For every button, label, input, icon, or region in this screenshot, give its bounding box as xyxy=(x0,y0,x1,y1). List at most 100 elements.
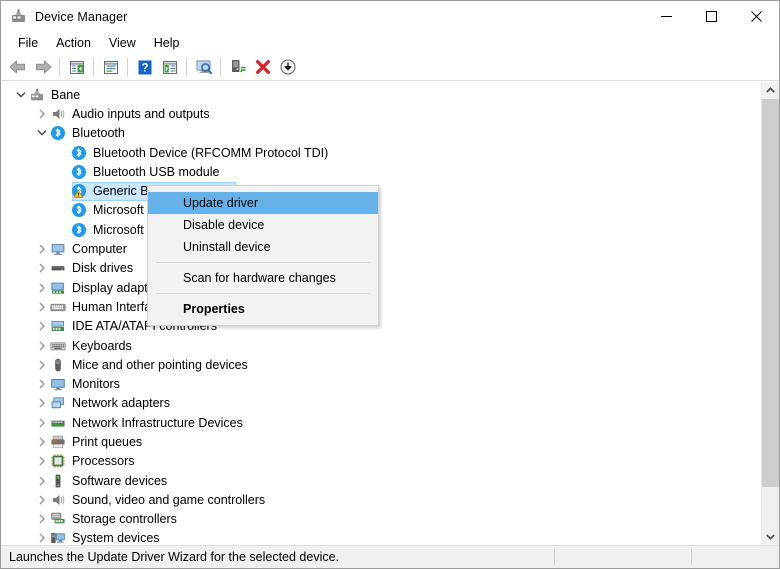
tree-item-label: Storage controllers xyxy=(72,512,177,527)
tree-item[interactable]: Microsoft Bluetooth Enumerator xyxy=(1,201,761,220)
scroll-up-button[interactable] xyxy=(762,82,779,99)
tree-item[interactable]: Keyboards xyxy=(1,336,761,355)
tree-expander-collapsed-icon[interactable] xyxy=(34,357,50,373)
maximize-button[interactable] xyxy=(689,1,734,32)
tree-item[interactable]: Bane xyxy=(1,85,761,104)
tree-item[interactable]: Software devices xyxy=(1,471,761,490)
tree-expander-collapsed-icon[interactable] xyxy=(34,434,50,450)
tree-expander-collapsed-icon[interactable] xyxy=(34,492,50,508)
tree-expander-collapsed-icon[interactable] xyxy=(34,299,50,315)
tree-item[interactable]: Audio inputs and outputs xyxy=(1,104,761,123)
context-menu-separator-1 xyxy=(156,262,370,263)
software-device-icon xyxy=(50,473,66,489)
menu-view[interactable]: View xyxy=(100,34,145,52)
tree-expander-expanded-icon[interactable] xyxy=(13,87,29,103)
status-message: Launches the Update Driver Wizard for th… xyxy=(9,550,340,564)
context-menu[interactable]: Update driver Disable device Uninstall d… xyxy=(147,185,379,326)
tree-item[interactable]: Bluetooth xyxy=(1,124,761,143)
toolbar-separator-3 xyxy=(127,58,128,76)
menu-help[interactable]: Help xyxy=(145,34,189,52)
ide-controller-icon xyxy=(50,318,66,334)
minimize-icon xyxy=(661,16,672,17)
close-button[interactable] xyxy=(734,1,779,32)
tree-item[interactable]: Human Interface Devices xyxy=(1,297,761,316)
printer-icon xyxy=(50,434,66,450)
tree-item[interactable]: Microsoft Bluetooth LE Enumerator xyxy=(1,220,761,239)
title-bar-left: Device Manager xyxy=(1,8,127,25)
mouse-icon xyxy=(50,357,66,373)
monitor-icon xyxy=(50,376,66,392)
bluetooth-icon xyxy=(71,164,87,180)
properties-icon xyxy=(103,60,118,74)
tree-item[interactable]: Generic Bluetooth Radio xyxy=(1,181,761,201)
tree-item[interactable]: Print queues xyxy=(1,432,761,451)
menu-bar: File Action View Help xyxy=(1,32,779,54)
back-button[interactable] xyxy=(5,55,30,79)
scrollbar-track[interactable] xyxy=(762,99,779,528)
tree-item[interactable]: IDE ATA/ATAPI controllers xyxy=(1,317,761,336)
tree-expander-collapsed-icon[interactable] xyxy=(34,511,50,527)
disable-device-button[interactable] xyxy=(275,55,300,79)
tree-expander-collapsed-icon[interactable] xyxy=(34,395,50,411)
tree-item[interactable]: Sound, video and game controllers xyxy=(1,490,761,509)
tree-expander-collapsed-icon[interactable] xyxy=(34,280,50,296)
vertical-scrollbar[interactable] xyxy=(761,82,779,545)
ctx-scan-hardware-changes[interactable]: Scan for hardware changes xyxy=(148,267,378,289)
uninstall-device-button[interactable] xyxy=(250,55,275,79)
device-tree[interactable]: Bane Audio inputs and outputs Bluetooth Blu… xyxy=(1,82,761,545)
scan-hardware-changes-button[interactable] xyxy=(191,55,216,79)
tree-item[interactable]: Storage controllers xyxy=(1,510,761,529)
tree-item[interactable]: Network adapters xyxy=(1,394,761,413)
tree-item[interactable]: Bluetooth USB module xyxy=(1,162,761,181)
action-pane-button[interactable] xyxy=(157,55,182,79)
tree-expander-collapsed-icon[interactable] xyxy=(34,415,50,431)
tree-item[interactable]: Computer xyxy=(1,239,761,258)
tree-expander-expanded-icon[interactable] xyxy=(34,125,50,141)
tree-item-label: Network Infrastructure Devices xyxy=(72,415,243,430)
tree-item[interactable]: Display adapters xyxy=(1,278,761,297)
toolbar-separator-4 xyxy=(186,58,187,76)
tree-expander-collapsed-icon[interactable] xyxy=(34,376,50,392)
status-pane-2 xyxy=(555,546,691,568)
ctx-properties[interactable]: Properties xyxy=(148,298,378,320)
computer-icon xyxy=(50,241,66,257)
tree-expander-collapsed-icon[interactable] xyxy=(34,260,50,276)
minimize-button[interactable] xyxy=(644,1,689,32)
ctx-update-driver[interactable]: Update driver xyxy=(148,192,378,214)
tree-expander-collapsed-icon[interactable] xyxy=(34,338,50,354)
keyboard-icon xyxy=(50,338,66,354)
menu-file[interactable]: File xyxy=(9,34,47,52)
disk-drive-icon xyxy=(50,260,66,276)
tree-item-label: Bluetooth xyxy=(72,126,125,141)
tree-item[interactable]: System devices xyxy=(1,529,761,545)
scroll-down-button[interactable] xyxy=(762,528,779,545)
tree-item[interactable]: Monitors xyxy=(1,374,761,393)
forward-button[interactable] xyxy=(30,55,55,79)
tree-item[interactable]: Processors xyxy=(1,452,761,471)
show-hide-console-tree-button[interactable] xyxy=(64,55,89,79)
tree-item-label: Monitors xyxy=(72,377,120,392)
tree-expander-collapsed-icon[interactable] xyxy=(34,318,50,334)
tree-item[interactable]: Mice and other pointing devices xyxy=(1,355,761,374)
toolbar-separator-2 xyxy=(93,58,94,76)
update-driver-button[interactable] xyxy=(225,55,250,79)
tree-expander-none-icon xyxy=(55,222,71,238)
tree-expander-collapsed-icon[interactable] xyxy=(34,106,50,122)
device-manager-icon xyxy=(10,8,27,25)
bluetooth-icon xyxy=(71,222,87,238)
tree-item[interactable]: Network Infrastructure Devices xyxy=(1,413,761,432)
tree-item[interactable]: Disk drives xyxy=(1,259,761,278)
scrollbar-thumb[interactable] xyxy=(762,99,779,487)
forward-icon xyxy=(35,60,51,74)
tree-item[interactable]: Bluetooth Device (RFCOMM Protocol TDI) xyxy=(1,143,761,162)
tree-expander-collapsed-icon[interactable] xyxy=(34,453,50,469)
ctx-disable-device[interactable]: Disable device xyxy=(148,214,378,236)
tree-expander-collapsed-icon[interactable] xyxy=(34,473,50,489)
menu-action[interactable]: Action xyxy=(47,34,100,52)
properties-button[interactable] xyxy=(98,55,123,79)
disable-device-icon xyxy=(279,59,296,75)
tree-expander-collapsed-icon[interactable] xyxy=(34,241,50,257)
tree-expander-collapsed-icon[interactable] xyxy=(34,530,50,545)
help-button[interactable]: ? xyxy=(132,55,157,79)
ctx-uninstall-device[interactable]: Uninstall device xyxy=(148,236,378,258)
